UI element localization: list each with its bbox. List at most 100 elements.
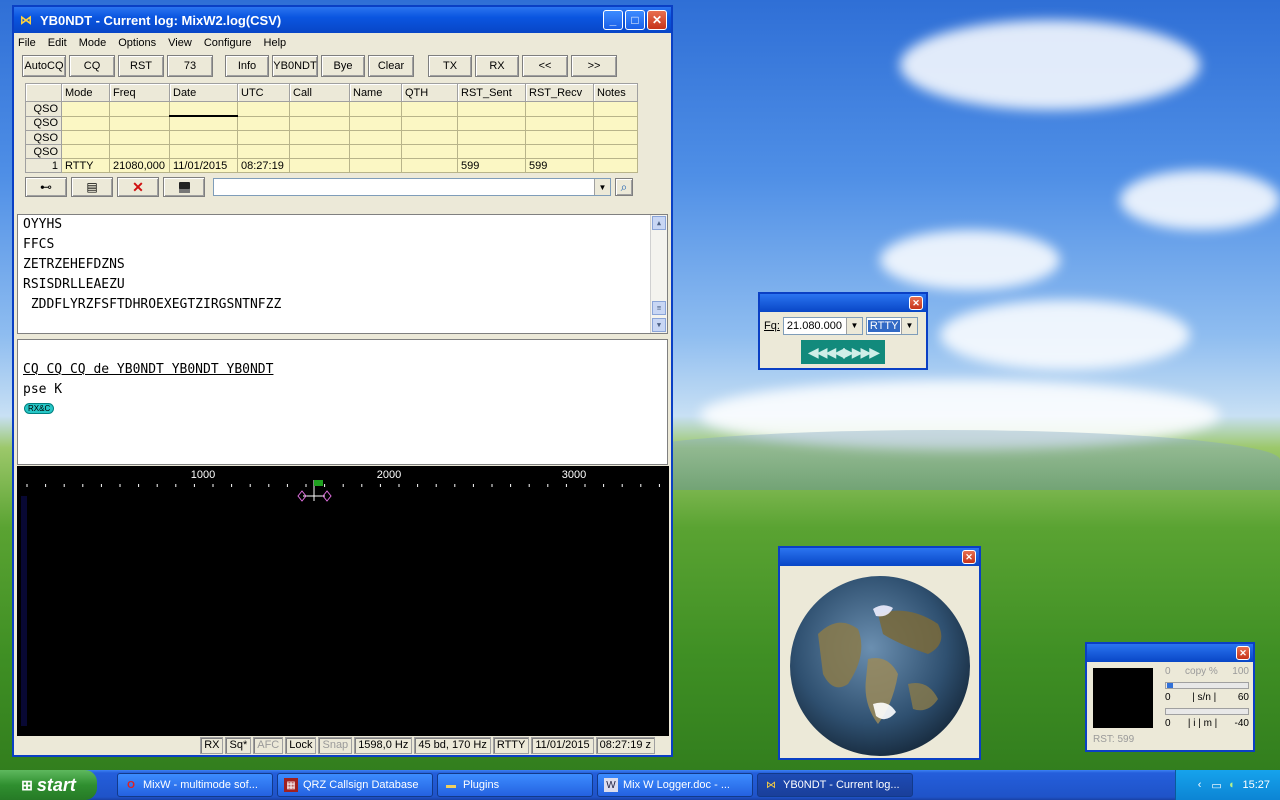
close-button[interactable]: ✕ [647,10,667,30]
log-cell[interactable] [61,101,110,117]
menu-view[interactable]: View [168,37,192,49]
log-cell[interactable] [289,101,350,117]
receive-text-pane[interactable]: OYYHS FFCS ZETRZEHEFDZNS RSISDRLLEAEZU Z… [17,214,668,334]
column-header[interactable]: RST_Sent [457,83,526,102]
chevron-down-icon[interactable]: ▼ [845,318,862,334]
log-cell[interactable] [457,101,526,117]
column-header[interactable]: Call [289,83,350,102]
details-button[interactable]: ▤ [71,177,113,197]
next-button[interactable]: >> [571,55,617,77]
log-cell[interactable] [457,144,526,159]
tray-chevron-icon[interactable]: ‹ [1198,779,1202,791]
bye-button[interactable]: Bye [321,55,365,77]
menu-help[interactable]: Help [264,37,287,49]
log-cell[interactable] [593,101,638,117]
transmit-text-pane[interactable]: CQ CQ CQ de YB0NDT YB0NDT YB0NDT pse K R… [17,339,668,465]
start-button[interactable]: ⊞ start [0,770,97,800]
scroll-thumb[interactable]: ≡ [652,301,666,315]
task-mixw-log[interactable]: ⋈ YB0NDT - Current log... [757,773,913,797]
73-button[interactable]: 73 [167,55,213,77]
log-cell[interactable] [349,144,402,159]
menu-mode[interactable]: Mode [79,37,107,49]
clock[interactable]: 15:27 [1242,779,1270,791]
rx-button[interactable]: RX [475,55,519,77]
main-titlebar[interactable]: ⋈ YB0NDT - Current log: MixW2.log(CSV) _… [14,7,671,33]
log-cell[interactable] [457,115,526,131]
callsign-button[interactable]: YB0NDT [272,55,318,77]
globe-map-icon[interactable] [788,574,972,758]
log-cell[interactable]: 11/01/2015 [169,158,238,173]
autocq-button[interactable]: AutoCQ [22,55,66,77]
column-header[interactable]: Freq [109,83,170,102]
maximize-button[interactable]: □ [625,10,645,30]
table-row[interactable]: QSO [25,115,638,131]
log-cell[interactable] [525,115,594,131]
tuning-arrows-icon[interactable]: ◀◀◀◀▶▶▶▶ [801,340,885,364]
info-button[interactable]: Info [225,55,269,77]
log-cell[interactable] [109,144,170,159]
log-cell[interactable] [401,158,458,173]
task-plugins[interactable]: ▬ Plugins [437,773,593,797]
status-lock[interactable]: Lock [285,736,317,754]
status-baud[interactable]: 45 bd, 170 Hz [414,736,491,754]
log-cell[interactable] [457,130,526,145]
column-header[interactable]: Notes [593,83,638,102]
column-header[interactable]: Date [169,83,238,102]
log-cell-current[interactable] [169,101,238,117]
wireless-icon[interactable]: ◖ [1228,779,1235,791]
close-button[interactable]: ✕ [909,296,923,310]
call-combo[interactable]: ▼ [213,178,611,196]
log-cell[interactable] [289,130,350,145]
log-cell[interactable] [593,130,638,145]
chevron-down-icon[interactable]: ▼ [594,179,610,195]
task-qrz[interactable]: ▦ QRZ Callsign Database [277,773,433,797]
menu-edit[interactable]: Edit [48,37,67,49]
mode-combo[interactable]: RTTY ▼ [865,317,918,335]
task-mixw-site[interactable]: O MixW - multimode sof... [117,773,273,797]
log-cell[interactable] [401,115,458,131]
rx-scrollbar[interactable]: ▲ ≡ ▼ [650,215,667,333]
scroll-down-icon[interactable]: ▼ [652,318,666,332]
table-row[interactable]: QSO [25,101,638,117]
log-cell[interactable] [401,101,458,117]
close-button[interactable]: ✕ [962,550,976,564]
log-cell[interactable] [169,144,238,159]
status-frequency[interactable]: 1598,0 Hz [354,736,413,754]
prev-button[interactable]: << [522,55,568,77]
log-cell[interactable] [237,115,290,131]
log-cell[interactable] [61,144,110,159]
status-snap[interactable]: Snap [318,736,353,754]
tuning-cursor[interactable] [297,480,332,502]
minimize-button[interactable]: _ [603,10,623,30]
column-header[interactable]: RST_Recv [525,83,594,102]
log-cell[interactable] [349,115,402,131]
rx-return-badge[interactable]: RX&C [24,403,55,414]
delete-qso-button[interactable]: ✕ [117,177,159,197]
log-cell[interactable]: 599 [457,158,526,173]
save-qso-button[interactable] [163,177,205,197]
scroll-up-icon[interactable]: ▲ [652,216,666,230]
log-cell[interactable] [401,130,458,145]
log-cell[interactable] [61,115,110,131]
log-cell[interactable]: 21080,000 [109,158,170,173]
status-rx[interactable]: RX [200,736,224,754]
log-cell[interactable] [525,144,594,159]
status-mode[interactable]: RTTY [492,736,530,754]
freq-titlebar[interactable]: ✕ [760,294,926,312]
log-cell[interactable] [593,158,638,173]
log-cell[interactable] [289,158,350,173]
log-cell[interactable] [349,101,402,117]
column-header[interactable]: UTC [237,83,290,102]
column-header[interactable]: Name [349,83,402,102]
tx-button[interactable]: TX [428,55,472,77]
log-cell[interactable]: 08:27:19 [237,158,290,173]
status-squelch[interactable]: Sq* [225,736,252,754]
log-cell[interactable] [109,101,170,117]
network-icon[interactable]: ▭ [1211,779,1221,792]
log-cell[interactable] [289,144,350,159]
log-cell[interactable] [237,101,290,117]
log-cell[interactable] [593,144,638,159]
log-cell[interactable] [169,130,238,145]
lookup-button[interactable]: ⊷ [25,177,67,197]
table-row[interactable]: QSO [25,144,638,159]
